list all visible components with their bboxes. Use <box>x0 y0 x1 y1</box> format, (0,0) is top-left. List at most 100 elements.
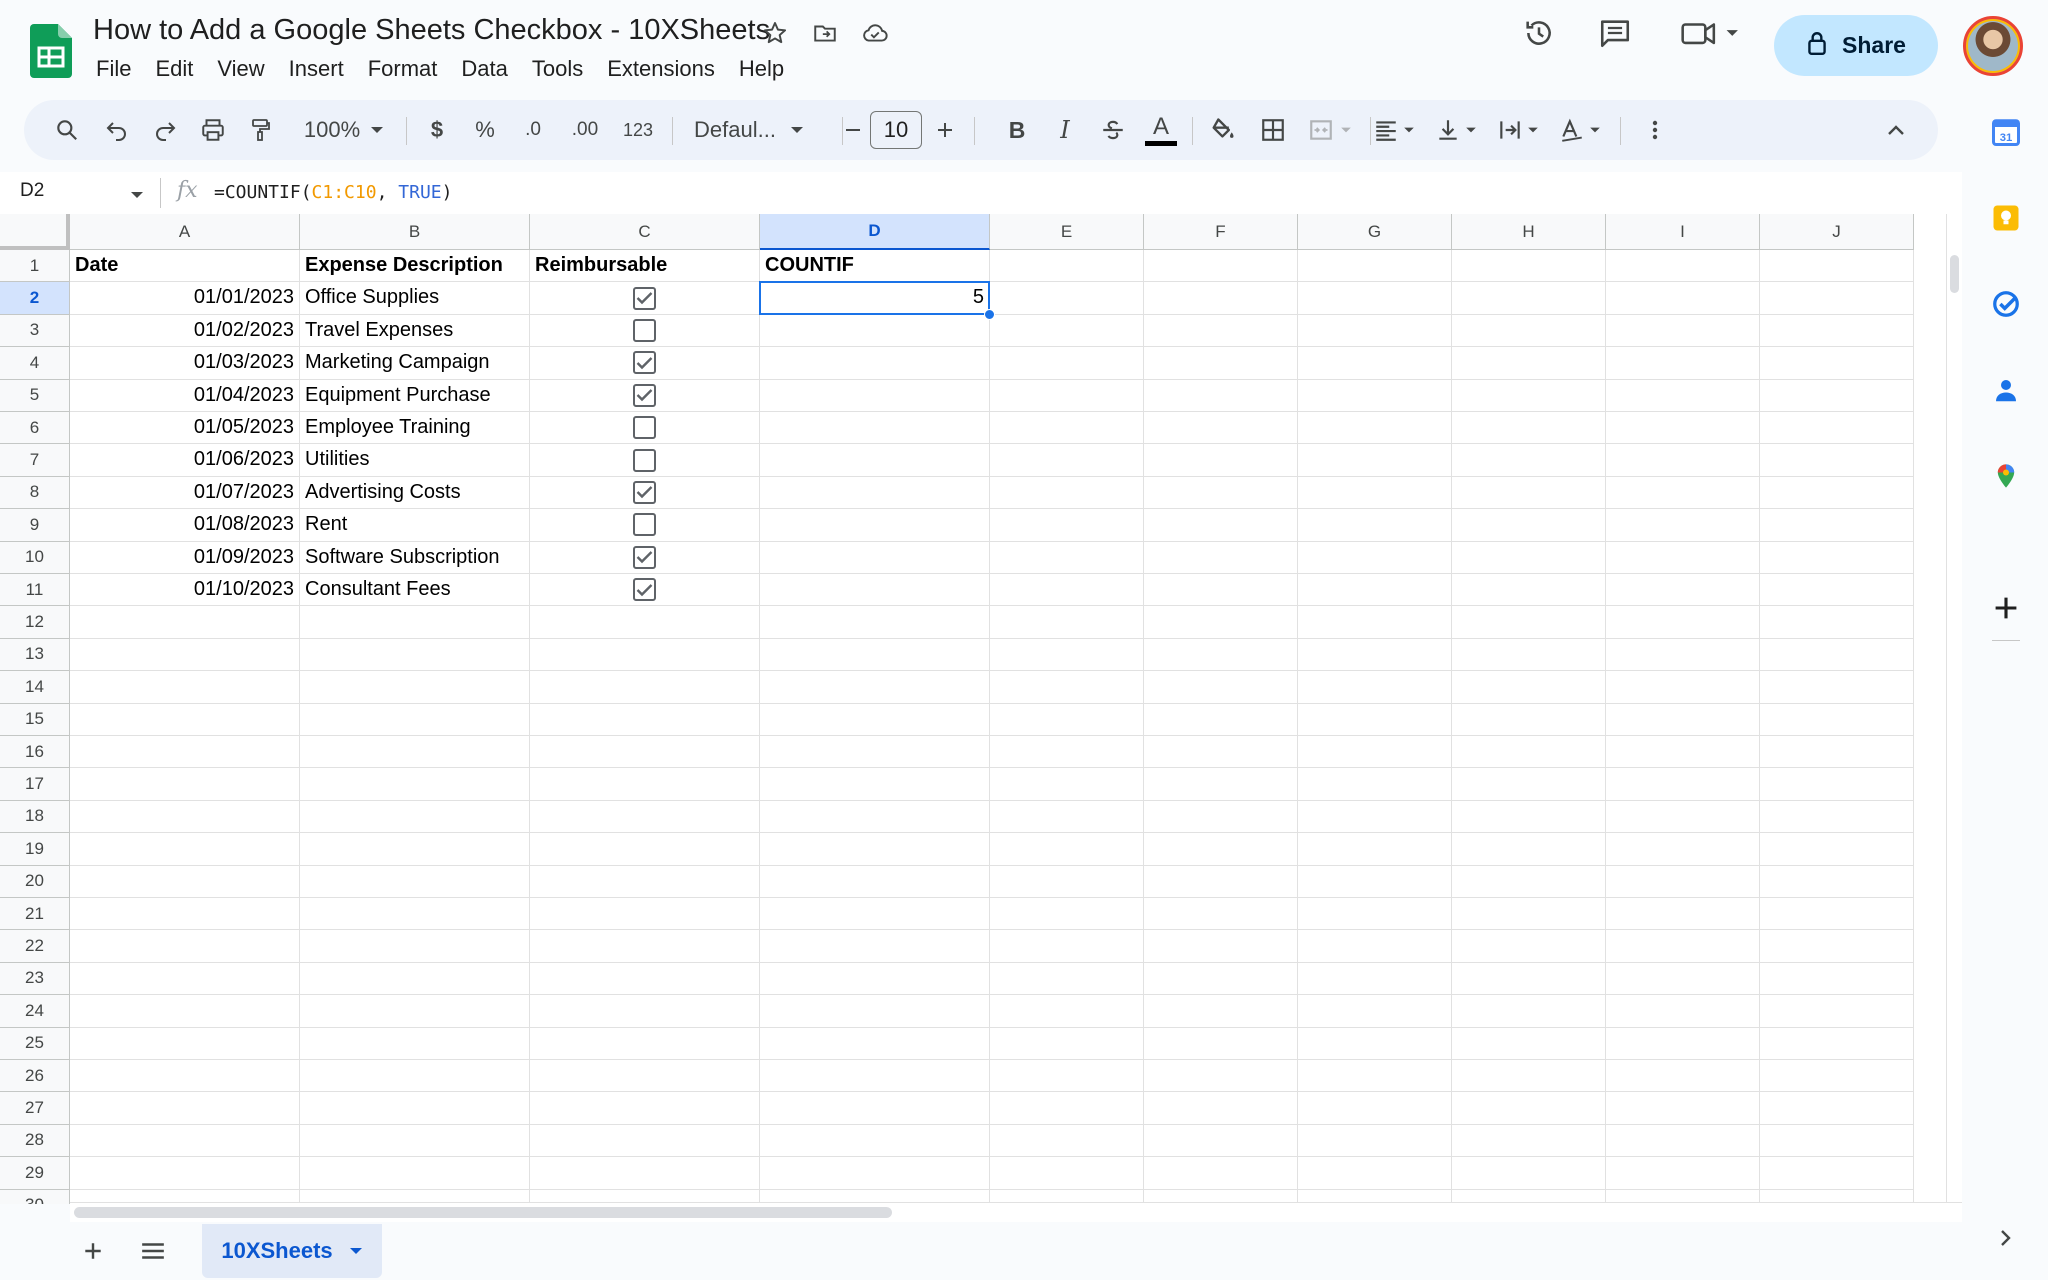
cell-j7[interactable] <box>1760 444 1914 477</box>
maps-icon[interactable] <box>1990 460 2022 492</box>
cell-g15[interactable] <box>1298 703 1452 736</box>
cell-f27[interactable] <box>1144 1092 1298 1125</box>
cell-a23[interactable] <box>70 962 300 996</box>
column-header-d[interactable]: D <box>760 214 990 250</box>
cell-c11[interactable] <box>530 574 760 607</box>
cell-f1[interactable] <box>1144 250 1298 283</box>
checkbox-unchecked[interactable] <box>633 416 656 440</box>
calendar-icon[interactable]: 31 <box>1990 116 2022 148</box>
cell-b17[interactable] <box>300 768 530 801</box>
cell-b3[interactable]: Travel Expenses <box>300 314 530 348</box>
row-header-29[interactable]: 29 <box>0 1157 70 1190</box>
cell-e8[interactable] <box>990 476 1144 510</box>
cell-f8[interactable] <box>1144 476 1298 510</box>
cell-c8[interactable] <box>530 476 760 510</box>
cell-b22[interactable] <box>300 930 530 963</box>
cell-a24[interactable] <box>70 995 300 1028</box>
font-size-increase-icon[interactable] <box>928 100 962 160</box>
cell-h9[interactable] <box>1452 509 1606 542</box>
cell-a8[interactable]: 01/07/2023 <box>70 476 300 510</box>
zoom-select[interactable]: 100% <box>294 100 394 160</box>
cell-j19[interactable] <box>1760 833 1914 866</box>
tasks-icon[interactable] <box>1990 288 2022 320</box>
cell-i23[interactable] <box>1606 962 1760 996</box>
cell-h26[interactable] <box>1452 1060 1606 1093</box>
cell-b8[interactable]: Advertising Costs <box>300 476 530 510</box>
add-sheet-icon[interactable] <box>78 1236 108 1266</box>
cell-c25[interactable] <box>530 1027 760 1060</box>
fill-handle[interactable] <box>984 308 995 320</box>
cell-b10[interactable]: Software Subscription <box>300 541 530 574</box>
cell-b12[interactable] <box>300 606 530 639</box>
cell-i13[interactable] <box>1606 638 1760 672</box>
cell-a18[interactable] <box>70 800 300 834</box>
cell-j14[interactable] <box>1760 671 1914 704</box>
column-header-h[interactable]: H <box>1452 214 1606 250</box>
cell-e9[interactable] <box>990 509 1144 542</box>
row-header-17[interactable]: 17 <box>0 768 70 801</box>
cell-d22[interactable] <box>760 930 990 963</box>
row-header-9[interactable]: 9 <box>0 509 70 542</box>
cell-d13[interactable] <box>760 638 990 672</box>
cell-j16[interactable] <box>1760 736 1914 769</box>
cell-c7[interactable] <box>530 444 760 477</box>
search-menus-icon[interactable] <box>46 100 88 160</box>
cell-d5[interactable] <box>760 379 990 412</box>
cell-a16[interactable] <box>70 736 300 769</box>
cell-c2[interactable] <box>530 282 760 315</box>
cell-c14[interactable] <box>530 671 760 704</box>
cell-i11[interactable] <box>1606 574 1760 607</box>
cell-g5[interactable] <box>1298 379 1452 412</box>
checkbox-unchecked[interactable] <box>633 448 656 472</box>
horizontal-scroll-thumb[interactable] <box>74 1207 892 1218</box>
cell-c22[interactable] <box>530 930 760 963</box>
cell-a22[interactable] <box>70 930 300 963</box>
print-icon[interactable] <box>192 100 234 160</box>
cell-e5[interactable] <box>990 379 1144 412</box>
cell-b29[interactable] <box>300 1157 530 1190</box>
cell-h15[interactable] <box>1452 703 1606 736</box>
row-header-18[interactable]: 18 <box>0 800 70 834</box>
cell-h18[interactable] <box>1452 800 1606 834</box>
cell-c28[interactable] <box>530 1124 760 1158</box>
cell-f19[interactable] <box>1144 833 1298 866</box>
cell-e22[interactable] <box>990 930 1144 963</box>
cell-h20[interactable] <box>1452 865 1606 898</box>
version-history-icon[interactable] <box>1518 12 1560 54</box>
cell-f12[interactable] <box>1144 606 1298 639</box>
cell-g24[interactable] <box>1298 995 1452 1028</box>
cell-d25[interactable] <box>760 1027 990 1060</box>
cell-h7[interactable] <box>1452 444 1606 477</box>
row-header-11[interactable]: 11 <box>0 574 70 607</box>
cell-e19[interactable] <box>990 833 1144 866</box>
merge-cells-icon[interactable] <box>1300 100 1360 160</box>
cell-e10[interactable] <box>990 541 1144 574</box>
cell-h27[interactable] <box>1452 1092 1606 1125</box>
cell-g4[interactable] <box>1298 347 1452 380</box>
cell-a6[interactable]: 01/05/2023 <box>70 412 300 445</box>
cell-e28[interactable] <box>990 1124 1144 1158</box>
cell-a28[interactable] <box>70 1124 300 1158</box>
cell-f7[interactable] <box>1144 444 1298 477</box>
cell-h25[interactable] <box>1452 1027 1606 1060</box>
cell-e1[interactable] <box>990 250 1144 283</box>
cell-b18[interactable] <box>300 800 530 834</box>
font-size-input[interactable]: 10 <box>870 111 922 149</box>
expand-panel-icon[interactable] <box>1990 1222 2022 1254</box>
cell-a21[interactable] <box>70 898 300 931</box>
cell-e12[interactable] <box>990 606 1144 639</box>
cell-c23[interactable] <box>530 962 760 996</box>
cell-e14[interactable] <box>990 671 1144 704</box>
currency-format-button[interactable]: $ <box>416 100 458 160</box>
redo-icon[interactable] <box>144 100 186 160</box>
cell-c21[interactable] <box>530 898 760 931</box>
cell-e29[interactable] <box>990 1157 1144 1190</box>
cell-f2[interactable] <box>1144 282 1298 315</box>
cell-a1[interactable]: Date <box>70 250 300 283</box>
cell-j12[interactable] <box>1760 606 1914 639</box>
cell-g6[interactable] <box>1298 412 1452 445</box>
cell-i1[interactable] <box>1606 250 1760 283</box>
cell-g19[interactable] <box>1298 833 1452 866</box>
cell-d7[interactable] <box>760 444 990 477</box>
cell-a2[interactable]: 01/01/2023 <box>70 282 300 315</box>
